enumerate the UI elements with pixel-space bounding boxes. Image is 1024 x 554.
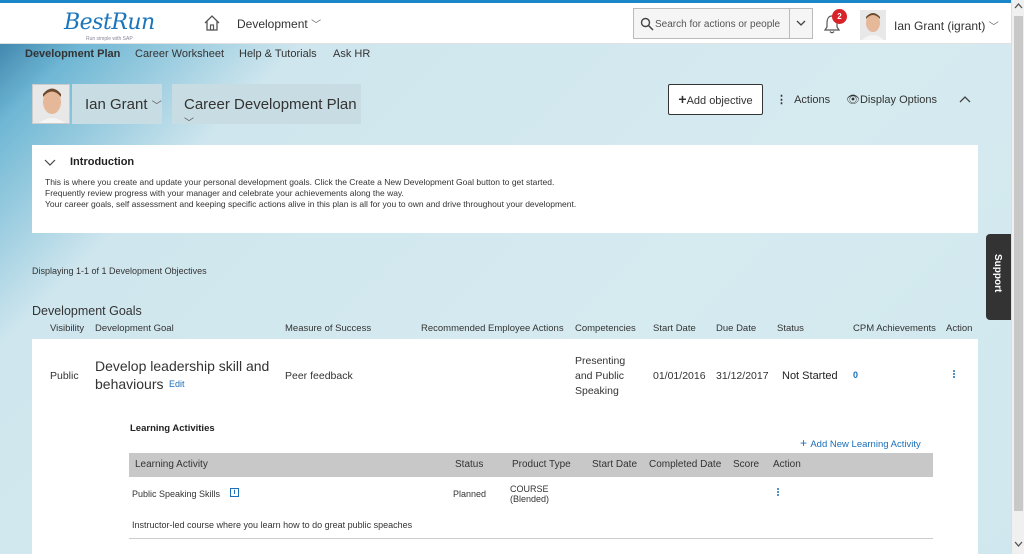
introduction-panel: Introduction This is where you create an…	[32, 145, 978, 233]
la-product-type-line: (Blended)	[510, 494, 550, 504]
actions-label: Actions	[794, 94, 831, 106]
person-selector[interactable]: Ian Grant ﹀	[72, 84, 162, 124]
la-action-menu[interactable]	[777, 487, 781, 499]
learning-activities-title: Learning Activities	[130, 423, 215, 434]
la-header-score: Score	[733, 459, 760, 470]
la-header-activity: Learning Activity	[135, 459, 208, 470]
column-header-start-date: Start Date	[653, 323, 696, 334]
user-avatar[interactable]	[860, 10, 886, 40]
support-tab[interactable]: Support	[986, 234, 1011, 320]
goal-visibility: Public	[50, 370, 79, 382]
display-options-button[interactable]: 👁Display Options	[846, 93, 937, 106]
goal-cpm-count[interactable]: 0	[853, 370, 858, 380]
scroll-up-arrow-icon[interactable]	[1014, 2, 1023, 10]
intro-line: Frequently review progress with your man…	[45, 188, 404, 198]
more-vertical-icon	[777, 487, 781, 497]
search-scope-dropdown[interactable]	[789, 9, 812, 38]
person-selector-label: Ian Grant	[85, 96, 148, 113]
la-header-status: Status	[455, 459, 484, 470]
goal-title-line: Develop leadership skill and	[95, 358, 270, 374]
home-icon[interactable]	[203, 14, 221, 32]
chevron-down-icon: ﹀	[988, 22, 999, 33]
column-header-status: Status	[777, 323, 804, 334]
goal-action-menu[interactable]	[953, 369, 957, 382]
subnav-development-plan[interactable]: Development Plan	[25, 48, 120, 60]
column-header-action: Action	[946, 323, 973, 334]
la-header-completed-date: Completed Date	[649, 459, 722, 470]
goal-start-date: 01/01/2016	[653, 370, 706, 382]
la-header-action: Action	[773, 459, 801, 470]
column-header-visibility: Visibility	[50, 323, 85, 334]
divider	[129, 538, 933, 539]
introduction-title: Introduction	[70, 156, 135, 168]
learning-table-header: Learning Activity Status Product Type St…	[129, 453, 933, 477]
la-activity-name[interactable]: Public Speaking Skills	[132, 489, 220, 499]
chevron-down-icon: ﹀	[184, 118, 194, 129]
plus-icon: +	[678, 91, 687, 107]
goal-due-date: 31/12/2017	[716, 370, 769, 382]
column-header-cpm: CPM Achievements	[853, 323, 936, 334]
intro-line: Your career goals, self assessment and k…	[45, 199, 577, 209]
column-header-goal: Development Goal	[95, 323, 174, 334]
scroll-down-arrow-icon[interactable]	[1014, 540, 1023, 548]
search-icon	[640, 17, 654, 31]
column-header-due-date: Due Date	[716, 323, 757, 334]
la-product-type-line: COURSE	[510, 484, 549, 494]
goal-competency-line: Presenting	[575, 355, 626, 367]
display-options-label: Display Options	[859, 94, 938, 106]
company-logo[interactable]: BestRun Run simple with SAP	[64, 10, 155, 42]
info-icon[interactable]: i	[230, 488, 239, 497]
user-menu[interactable]: Ian Grant (igrant) ﹀	[894, 18, 999, 33]
goal-title-line: behaviours	[95, 376, 164, 392]
goal-competency-line: and Public	[575, 370, 625, 382]
subnav-career-worksheet[interactable]: Career Worksheet	[135, 48, 224, 60]
search-input[interactable]	[655, 13, 789, 35]
top-bar: BestRun Run simple with SAP Development …	[0, 0, 1011, 44]
chevron-up-icon[interactable]	[958, 94, 972, 104]
search-box[interactable]	[633, 8, 813, 39]
support-label: Support	[992, 254, 1003, 293]
add-objective-button[interactable]: +Add objective	[668, 84, 763, 115]
goal-measure: Peer feedback	[285, 370, 353, 382]
goal-competency-line: Speaking	[575, 385, 619, 397]
logo-tagline: Run simple with SAP	[86, 36, 133, 42]
la-description: Instructor-led course where you learn ho…	[132, 520, 413, 530]
more-vertical-icon: ⋮	[776, 94, 791, 106]
module-menu-label: Development	[237, 17, 308, 31]
goal-edit-link[interactable]: Edit	[169, 379, 185, 389]
la-header-product-type: Product Type	[512, 459, 571, 470]
plan-selector-label: Career Development Plan	[184, 96, 357, 113]
la-status: Planned	[453, 489, 487, 499]
chevron-down-icon: ﹀	[151, 101, 162, 112]
chevron-down-icon: ﹀	[311, 20, 322, 31]
development-goals-title: Development Goals	[32, 304, 142, 318]
profile-photo	[32, 84, 70, 124]
plus-icon: +	[800, 436, 811, 450]
more-vertical-icon	[953, 369, 957, 379]
scrollbar-thumb[interactable]	[1014, 16, 1023, 511]
la-header-start-date: Start Date	[592, 459, 638, 470]
column-header-employee-actions: Recommended Employee Actions	[421, 323, 564, 334]
add-learning-activity-label: Add New Learning Activity	[810, 439, 921, 450]
goal-status: Not Started	[782, 370, 838, 382]
eye-icon: 👁	[846, 94, 860, 106]
user-name-label: Ian Grant (igrant)	[894, 19, 986, 33]
module-menu[interactable]: Development ﹀	[237, 16, 321, 31]
chevron-down-icon	[796, 20, 806, 26]
subnav-ask-hr[interactable]: Ask HR	[333, 48, 370, 60]
results-count: Displaying 1-1 of 1 Development Objectiv…	[32, 266, 207, 276]
chevron-down-icon[interactable]	[44, 159, 56, 167]
column-header-competencies: Competencies	[575, 323, 636, 334]
subnav-help-tutorials[interactable]: Help & Tutorials	[239, 48, 317, 60]
column-header-measure: Measure of Success	[285, 323, 372, 334]
add-learning-activity-link[interactable]: + Add New Learning Activity	[800, 436, 921, 450]
sub-navigation: Development Plan Career Worksheet Help &…	[0, 44, 1011, 66]
actions-menu-button[interactable]: ⋮ Actions	[776, 93, 830, 106]
vertical-scrollbar[interactable]	[1011, 0, 1024, 554]
plan-selector[interactable]: Career Development Plan ﹀	[172, 84, 361, 129]
intro-line: This is where you create and update your…	[45, 177, 555, 187]
logo-text: BestRun	[64, 10, 155, 35]
add-objective-label: Add objective	[686, 95, 753, 107]
notification-badge: 2	[832, 9, 847, 24]
